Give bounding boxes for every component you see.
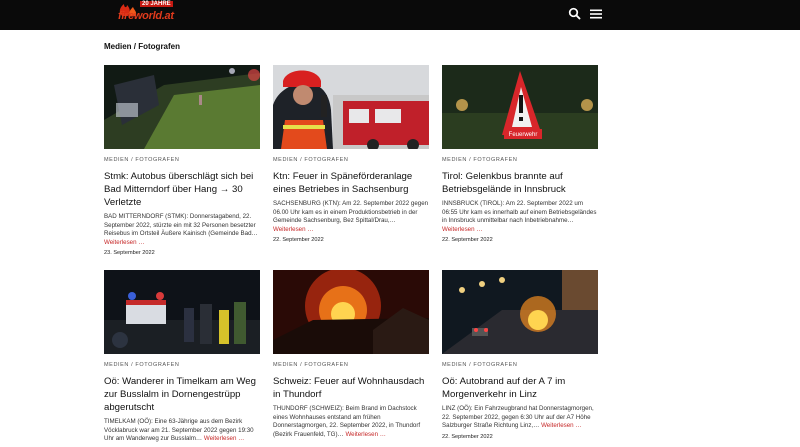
article-image-rescue-night[interactable]: [104, 270, 260, 354]
read-more-link[interactable]: Weiterlesen …: [541, 422, 581, 429]
article-date: 22. September 2022: [273, 237, 324, 244]
article-title[interactable]: Ktn: Feuer in Späneförderanlage eines Be…: [273, 170, 429, 196]
article-card: Feuerwehr Medien / Fotografen Tirol: Gel…: [442, 65, 598, 243]
article-image-car-fire-highway[interactable]: [442, 270, 598, 354]
article-title[interactable]: Tirol: Gelenkbus brannte auf Betriebsgel…: [442, 170, 598, 196]
article-excerpt: BAD MITTERNDORF (STMK): Donnerstagabend,…: [104, 213, 260, 247]
read-more-link[interactable]: Weiterlesen …: [273, 226, 313, 233]
article-card: Medien / Fotografen Oö: Autobrand auf de…: [442, 270, 598, 440]
article-date: 22. September 2022: [442, 433, 493, 440]
article-excerpt-text: SACHSENBURG (KTN): Am 22. September 2022…: [273, 200, 429, 225]
read-more-link[interactable]: Weiterlesen …: [345, 431, 385, 438]
article-category[interactable]: Medien / Fotografen: [442, 157, 598, 163]
article-image-firefighter[interactable]: [273, 65, 429, 149]
logo-anniversary-badge: 20 JAHRE: [140, 1, 173, 7]
article-excerpt-text: BAD MITTERNDORF (STMK): Donnerstagabend,…: [104, 213, 258, 238]
article-excerpt-text: INNSBRUCK (TIROL): Am 22. September 2022…: [442, 200, 597, 225]
read-more-link[interactable]: Weiterlesen …: [104, 239, 144, 246]
sign-text: Feuerwehr: [509, 132, 538, 138]
article-card: Medien / Fotografen Stmk: Autobus übersc…: [104, 65, 260, 256]
article-title[interactable]: Oö: Wanderer in Timelkam am Weg zur Buss…: [104, 375, 260, 414]
article-title[interactable]: Oö: Autobrand auf der A 7 im Morgenverke…: [442, 375, 598, 401]
article-category[interactable]: Medien / Fotografen: [442, 362, 598, 368]
article-category[interactable]: Medien / Fotografen: [273, 362, 429, 368]
search-icon[interactable]: [568, 7, 582, 21]
article-image-house-fire[interactable]: [273, 270, 429, 354]
article-card: Medien / Fotografen Schweiz: Feuer auf W…: [273, 270, 429, 442]
article-excerpt: THUNDORF (SCHWEIZ): Beim Brand im Dachst…: [273, 405, 429, 439]
article-image-bus-crash[interactable]: [104, 65, 260, 149]
article-date: 22. September 2022: [442, 237, 493, 244]
article-excerpt: LINZ (OÖ): Ein Fahrzeugbrand hat Donners…: [442, 405, 598, 431]
article-category[interactable]: Medien / Fotografen: [104, 157, 260, 163]
article-category[interactable]: Medien / Fotografen: [273, 157, 429, 163]
article-card: Medien / Fotografen Oö: Wanderer in Time…: [104, 270, 260, 447]
read-more-link[interactable]: Weiterlesen …: [204, 435, 244, 442]
site-logo[interactable]: 20 JAHRE fireworld.at: [114, 0, 178, 24]
article-title[interactable]: Schweiz: Feuer auf Wohnhausdach in Thund…: [273, 375, 429, 401]
article-date: 23. September 2022: [104, 250, 155, 257]
page-title: Medien / Fotografen: [104, 42, 180, 51]
article-excerpt: INNSBRUCK (TIROL): Am 22. September 2022…: [442, 200, 598, 234]
article-excerpt: TIMELKAM (OÖ): Eine 63-Jährige aus dem B…: [104, 418, 260, 444]
article-card: Medien / Fotografen Ktn: Feuer in Spänef…: [273, 65, 429, 243]
article-category[interactable]: Medien / Fotografen: [104, 362, 260, 368]
logo-wordmark: fireworld.at: [118, 10, 174, 22]
article-title[interactable]: Stmk: Autobus überschlägt sich bei Bad M…: [104, 170, 260, 209]
article-excerpt: SACHSENBURG (KTN): Am 22. September 2022…: [273, 200, 429, 234]
top-navigation-bar: 20 JAHRE fireworld.at: [0, 0, 800, 30]
article-image-warning-sign[interactable]: Feuerwehr: [442, 65, 598, 149]
hamburger-menu-icon[interactable]: [590, 8, 602, 20]
read-more-link[interactable]: Weiterlesen …: [442, 226, 482, 233]
